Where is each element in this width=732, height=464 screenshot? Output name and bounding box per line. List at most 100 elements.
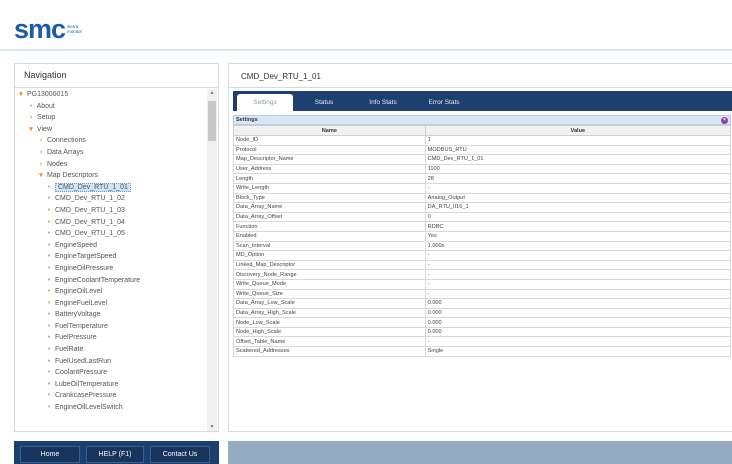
table-row[interactable]: Discovery_Node_Range -	[233, 269, 732, 280]
table-row[interactable]: Write_Length -	[233, 182, 732, 194]
tree-item[interactable]: › Connections	[15, 135, 207, 147]
nav-scrollbar[interactable]: ▲ ▼	[207, 89, 217, 431]
chevron-down-icon[interactable]: ▾	[27, 124, 35, 136]
table-row[interactable]: Scan_Interval 1.000s	[233, 240, 732, 252]
tree-item[interactable]: • EngineFuelLevel	[15, 298, 207, 310]
tree-item[interactable]: • CMD_Dev_RTU_1_05	[15, 228, 207, 240]
table-row[interactable]: Map_Descriptor_Name CMD_Dev_RTU_1_01	[233, 154, 732, 165]
tab-info-stats[interactable]: Info Stats	[361, 94, 405, 111]
table-row[interactable]: Scattered_Addresses Single	[233, 346, 732, 357]
cell-name: Map_Descriptor_Name	[233, 154, 426, 165]
tree-item-label: FuelPressure	[54, 334, 97, 342]
table-row[interactable]: Enabled Yes	[233, 230, 732, 242]
tree-item[interactable]: • EngineOilPressure	[15, 263, 207, 275]
table-row[interactable]: MD_Option -	[233, 250, 732, 261]
tree-item[interactable]: • CMD_Dev_RTU_1_04	[15, 217, 207, 229]
scroll-up-icon[interactable]: ▲	[207, 89, 217, 97]
tree-item-label: CMD_Dev_RTU_1_02	[54, 195, 125, 203]
cell-name: User_Address	[233, 163, 426, 175]
tree-item[interactable]: ▾ View	[15, 124, 207, 136]
smc-logo[interactable]: smc sierra monitor	[14, 16, 91, 43]
tree-item[interactable]: • FuelUsedLastRun	[15, 356, 207, 368]
table-row[interactable]: Function RDBC	[233, 221, 732, 232]
tree-item[interactable]: › Nodes	[15, 159, 207, 171]
table-row[interactable]: Write_Queue_Mode -	[233, 278, 732, 290]
cell-name: Discovery_Node_Range	[233, 269, 426, 280]
tree-item[interactable]: • CMD_Dev_RTU_1_02	[15, 193, 207, 205]
tree-item-label: EngineFuelLevel	[54, 299, 108, 307]
tree-item-label: EngineOilLevelSwitch	[54, 404, 123, 412]
cell-name: Write_Length	[233, 182, 426, 194]
tab-settings[interactable]: Settings	[237, 94, 293, 111]
scroll-down-icon[interactable]: ▼	[207, 423, 217, 431]
tree-item[interactable]: • CMD_Dev_RTU_1_01	[15, 182, 207, 194]
cell-name: Scattered_Addresses	[233, 346, 426, 357]
table-row[interactable]: Data_Array_Offset 0	[233, 211, 732, 223]
table-row[interactable]: Node_ID 1	[233, 135, 732, 146]
bullet-icon: •	[47, 206, 51, 214]
tree-item[interactable]: • EngineOilLevel	[15, 286, 207, 298]
cell-value: -	[424, 336, 732, 348]
tree-item[interactable]: • CMD_Dev_RTU_1_03	[15, 205, 207, 217]
scroll-thumb[interactable]	[208, 101, 216, 141]
nav-tree: ▾ PG13000015 • About › Setup ▾ View › Connec…	[15, 89, 207, 431]
bullet-icon: •	[47, 404, 51, 412]
tree-item[interactable]: ▾ Map Descriptors	[15, 170, 207, 182]
tree-item[interactable]: › Setup	[15, 112, 207, 124]
table-row[interactable]: Linked_Map_Descriptor -	[233, 259, 732, 271]
cell-value: -	[424, 259, 732, 271]
settings-table: Name Value Node_ID 1 Protocol MODBUS_RTU Map…	[233, 125, 732, 357]
table-row[interactable]: Data_Array_Low_Scale 0.000	[233, 298, 732, 309]
table-row[interactable]: Offset_Table_Name -	[233, 336, 732, 348]
table-row[interactable]: Node_Low_Scale 0.000	[233, 317, 732, 328]
tree-item-label: CMD_Dev_RTU_1_03	[54, 206, 125, 214]
bullet-icon: •	[47, 183, 51, 191]
close-icon[interactable]: ×	[721, 117, 728, 124]
cell-value: -	[424, 250, 732, 261]
tree-item[interactable]: • EngineTargetSpeed	[15, 251, 207, 263]
app-header: smc sierra monitor	[0, 0, 732, 52]
help-button[interactable]: HELP (F1)	[86, 446, 144, 463]
table-row[interactable]: Data_Array_Name DA_RTU_II16_1	[233, 202, 732, 213]
cell-name: MD_Option	[233, 250, 426, 261]
tree-item[interactable]: • LubeOilTemperature	[15, 379, 207, 391]
tree-item[interactable]: • FuelTemperature	[15, 321, 207, 333]
tree-item[interactable]: • EngineSpeed	[15, 240, 207, 252]
tree-item[interactable]: • About	[15, 101, 207, 113]
tree-item[interactable]: • FuelRate	[15, 344, 207, 356]
chevron-right-icon[interactable]: ›	[27, 112, 35, 124]
tree-item[interactable]: • BatteryVoltage	[15, 309, 207, 321]
table-row[interactable]: Node_High_Scale 0.000	[233, 326, 732, 338]
tab-error-stats[interactable]: Error Stats	[419, 94, 469, 111]
chevron-right-icon[interactable]: ›	[37, 135, 45, 147]
tree-item[interactable]: ▾ PG13000015	[15, 89, 207, 101]
chevron-down-icon[interactable]: ▾	[17, 89, 25, 101]
chevron-down-icon[interactable]: ▾	[37, 170, 45, 182]
table-row[interactable]: Block_Type Analog_Output	[233, 192, 732, 204]
cell-value: 1	[424, 135, 732, 146]
column-header-name[interactable]: Name	[233, 125, 426, 136]
contact-us-button[interactable]: Contact Us	[150, 446, 210, 463]
tree-item[interactable]: • CoolantPressure	[15, 367, 207, 379]
tree-item[interactable]: • CrankcasePressure	[15, 390, 207, 402]
table-row[interactable]: Write_Queue_Size -	[233, 288, 732, 300]
main-panel: CMD_Dev_RTU_1_01 Settings Status Info St…	[228, 63, 732, 432]
tree-item[interactable]: • EngineCoolantTemperature	[15, 275, 207, 287]
tree-item[interactable]: • EngineOilLevelSwitch	[15, 402, 207, 414]
table-row[interactable]: Data_Array_High_Scale 0.000	[233, 307, 732, 319]
table-row[interactable]: Protocol MODBUS_RTU	[233, 144, 732, 156]
page-title: CMD_Dev_RTU_1_01	[229, 64, 732, 88]
table-row[interactable]: User_Address 1100	[233, 163, 732, 175]
table-row[interactable]: Length 28	[233, 173, 732, 184]
home-button[interactable]: Home	[20, 446, 80, 463]
tree-item-label: EngineCoolantTemperature	[54, 276, 141, 284]
tree-item-label: Connections	[46, 137, 86, 145]
tab-status[interactable]: Status	[303, 94, 345, 111]
tree-item-label: About	[36, 102, 55, 110]
tree-item[interactable]: › Data Arrays	[15, 147, 207, 159]
bullet-icon: •	[47, 264, 51, 272]
chevron-right-icon[interactable]: ›	[37, 159, 45, 171]
tree-item[interactable]: • FuelPressure	[15, 332, 207, 344]
column-header-value[interactable]: Value	[424, 125, 732, 136]
chevron-right-icon[interactable]: ›	[37, 147, 45, 159]
